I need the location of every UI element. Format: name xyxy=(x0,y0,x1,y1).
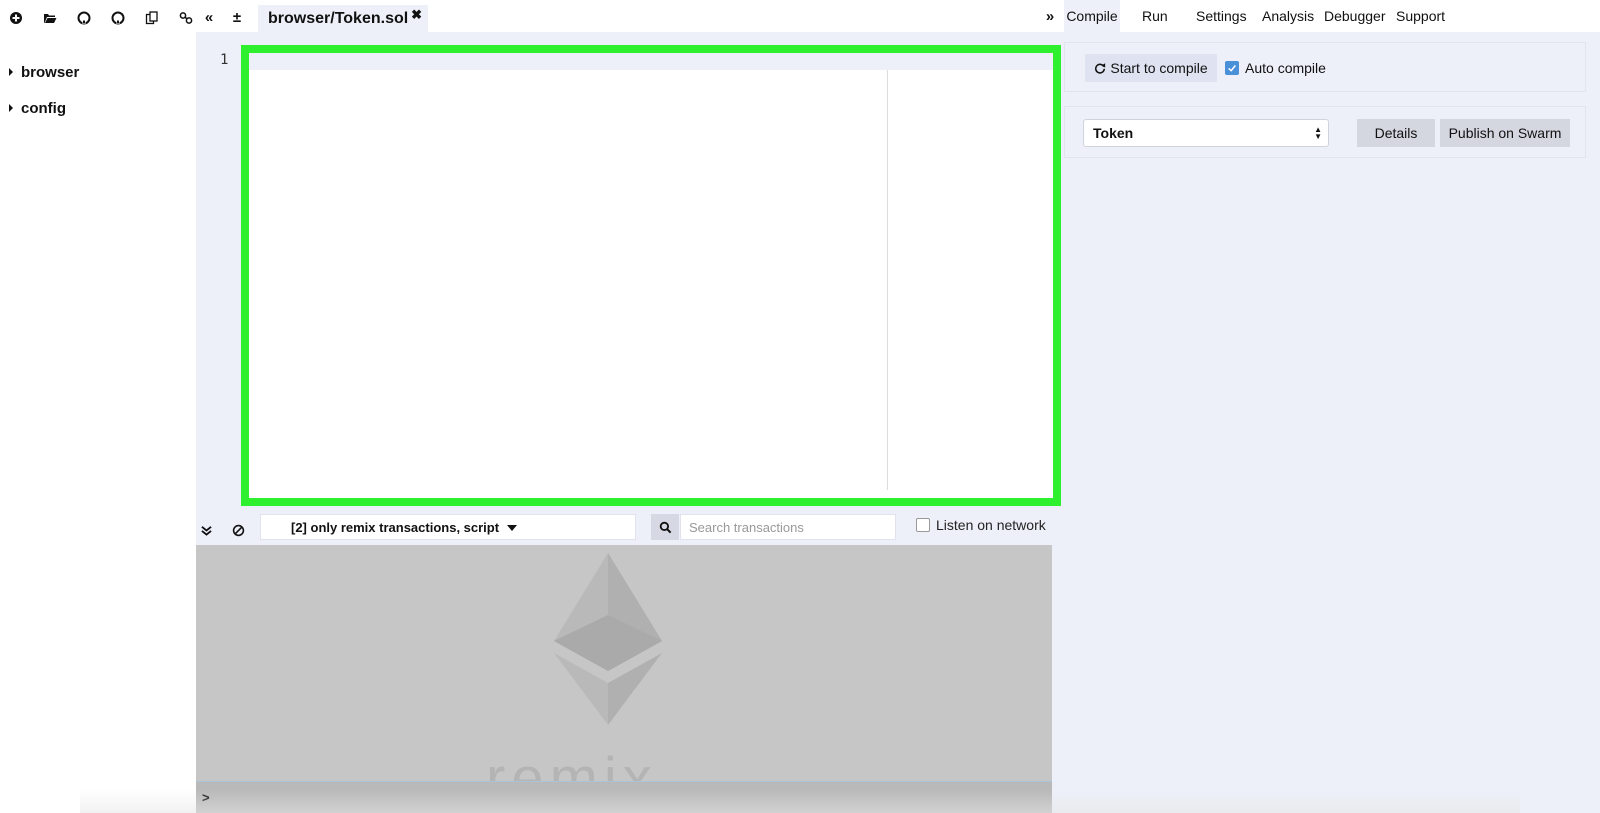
auto-compile-label: Auto compile xyxy=(1245,60,1326,76)
tab-debugger[interactable]: Debugger xyxy=(1324,0,1386,32)
collapse-right-icon[interactable]: » xyxy=(1040,6,1060,26)
listen-checkbox[interactable] xyxy=(916,518,930,532)
tree-folder-browser[interactable]: browser xyxy=(0,54,196,90)
tab-run[interactable]: Run xyxy=(1142,0,1168,32)
tab-support[interactable]: Support xyxy=(1396,0,1445,32)
ethereum-logo-icon xyxy=(554,553,662,725)
tab-settings[interactable]: Settings xyxy=(1196,0,1247,32)
search-icon xyxy=(659,521,671,533)
tree-folder-config[interactable]: config xyxy=(0,90,196,126)
tab-analysis[interactable]: Analysis xyxy=(1262,0,1314,32)
collapse-left-icon[interactable]: « xyxy=(198,6,220,28)
create-file-icon[interactable] xyxy=(6,8,26,28)
listen-label: Listen on network xyxy=(936,517,1046,533)
start-to-compile-button[interactable]: Start to compile xyxy=(1085,54,1217,82)
link-icon[interactable] xyxy=(176,8,196,28)
copy-icon[interactable] xyxy=(142,8,162,28)
transaction-filter-value: [2] only remix transactions, script xyxy=(291,519,500,535)
terminal-prompt[interactable]: > xyxy=(196,781,1052,813)
contract-section: Token ▲ ▼ Details Publish on Swarm xyxy=(1064,106,1586,158)
clear-terminal-icon[interactable] xyxy=(228,520,248,540)
editor-tab-label: browser/Token.sol xyxy=(268,9,409,27)
refresh-icon xyxy=(1095,63,1106,74)
file-tree: browser config xyxy=(0,54,196,126)
search-transactions-input[interactable] xyxy=(680,514,896,540)
auto-compile-checkbox[interactable] xyxy=(1225,61,1239,75)
print-margin xyxy=(887,70,888,490)
github-icon[interactable] xyxy=(108,8,128,28)
publish-on-swarm-button[interactable]: Publish on Swarm xyxy=(1440,119,1570,147)
compile-section: Start to compile Auto compile xyxy=(1064,42,1586,92)
tab-compile[interactable]: Compile xyxy=(1064,0,1120,32)
editor-tabbar: « ± browser/Token.sol ✖ xyxy=(196,0,1064,32)
caret-down-icon xyxy=(507,525,517,531)
file-toolbar xyxy=(0,0,196,36)
auto-compile-toggle: Auto compile xyxy=(1225,60,1326,76)
transaction-filter-dropdown[interactable]: [2] only remix transactions, script xyxy=(260,514,636,540)
caret-right-icon xyxy=(9,104,13,112)
tree-folder-label: config xyxy=(21,99,66,117)
collapse-terminal-icon[interactable] xyxy=(196,520,216,540)
editor-tab-token-sol[interactable]: browser/Token.sol ✖ xyxy=(258,5,428,32)
right-panel: » Compile Run Settings Analysis Debugger… xyxy=(1046,0,1600,813)
details-button[interactable]: Details xyxy=(1357,119,1435,147)
tree-folder-label: browser xyxy=(21,63,80,81)
active-line xyxy=(249,53,1053,70)
editor-column: « ± browser/Token.sol ✖ 1 [2] only remix… xyxy=(196,0,1064,813)
code-editor[interactable] xyxy=(241,45,1061,506)
remix-watermark: remix xyxy=(486,746,658,781)
contract-select-value: Token xyxy=(1093,125,1134,141)
select-arrows-icon: ▲ ▼ xyxy=(1314,125,1322,141)
contract-select[interactable]: Token ▲ ▼ xyxy=(1083,119,1329,147)
compile-button-label: Start to compile xyxy=(1110,60,1208,76)
right-tabbar: » Compile Run Settings Analysis Debugger… xyxy=(1046,0,1600,32)
line-number: 1 xyxy=(220,52,229,68)
listen-on-network-toggle: Listen on network xyxy=(916,517,1046,533)
caret-right-icon xyxy=(9,68,13,76)
zoom-icon[interactable]: ± xyxy=(226,6,248,28)
search-button[interactable] xyxy=(651,514,679,540)
close-icon[interactable]: ✖ xyxy=(411,7,422,23)
open-folder-icon[interactable] xyxy=(40,8,60,28)
prompt-symbol: > xyxy=(202,790,210,805)
github-publish-icon[interactable] xyxy=(74,8,94,28)
terminal-output: remix xyxy=(196,545,1052,781)
file-explorer: browser config xyxy=(0,0,196,813)
check-icon xyxy=(1228,65,1236,72)
